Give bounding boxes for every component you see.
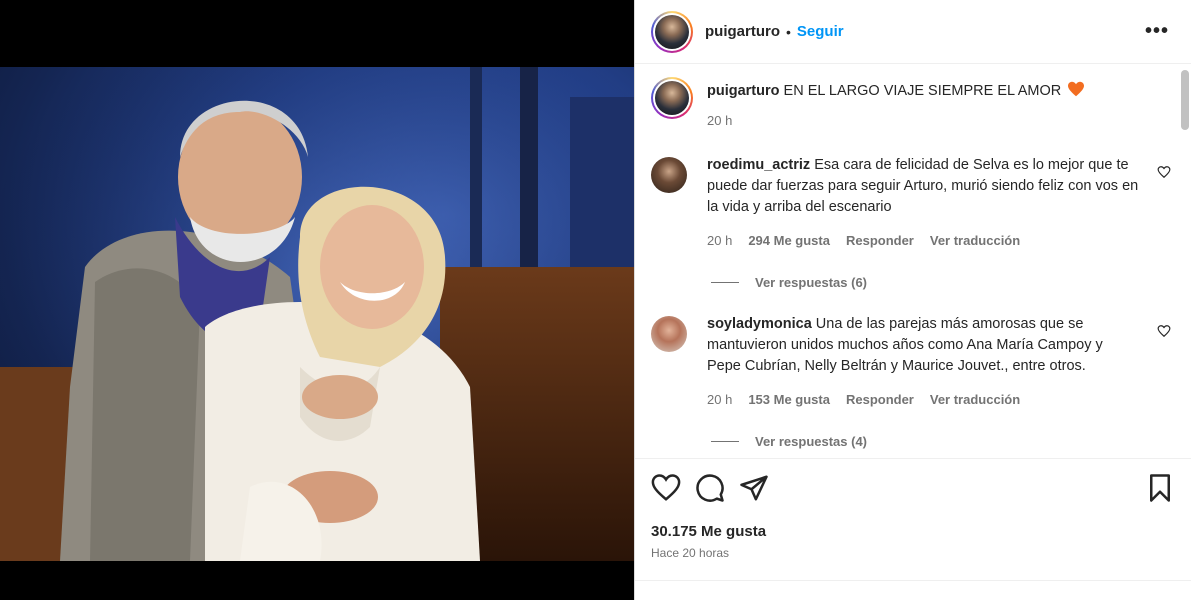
comment-meta: 20 h 153 Me gusta Responder Ver traducci…	[707, 389, 1139, 410]
comment-likes[interactable]: 153 Me gusta	[748, 389, 830, 410]
post-photo	[0, 67, 634, 561]
comment-likes[interactable]: 294 Me gusta	[748, 230, 830, 251]
caption: puigarturo EN EL LARGO VIAJE SIEMPRE EL …	[651, 77, 1175, 131]
comment-item: roedimu_actriz Esa cara de felicidad de …	[651, 155, 1175, 251]
caption-text: EN EL LARGO VIAJE SIEMPRE EL AMOR	[783, 83, 1062, 99]
author-avatar[interactable]	[651, 10, 693, 53]
bookmark-icon[interactable]	[1145, 473, 1175, 503]
reply-button[interactable]: Responder	[846, 389, 914, 410]
more-icon[interactable]: •••	[1145, 20, 1169, 43]
author-avatar-image	[655, 14, 689, 49]
share-icon[interactable]	[739, 473, 769, 503]
follow-button[interactable]: Seguir	[797, 23, 844, 40]
commenter-avatar[interactable]	[651, 157, 687, 193]
commenter-avatar[interactable]	[651, 316, 687, 352]
view-replies-button[interactable]: Ver respuestas (4)	[711, 434, 1175, 449]
comment-username[interactable]: roedimu_actriz	[707, 157, 810, 173]
comment-icon[interactable]	[695, 473, 725, 503]
comments-list: puigarturo EN EL LARGO VIAJE SIEMPRE EL …	[635, 65, 1191, 455]
add-comment-bar[interactable]	[635, 580, 1191, 600]
comment-time: 20 h	[707, 392, 733, 407]
heart-icon[interactable]	[651, 473, 681, 503]
comment-time: 20 h	[707, 233, 733, 248]
separator-dot: •	[786, 23, 791, 40]
caption-avatar[interactable]	[651, 77, 693, 119]
post-header: puigarturo • Seguir •••	[635, 0, 1191, 64]
author-username[interactable]: puigarturo	[705, 23, 780, 40]
reply-button[interactable]: Responder	[846, 230, 914, 251]
comment-like-heart-icon[interactable]	[1157, 324, 1171, 338]
comment-username[interactable]: soyladymonica	[707, 316, 812, 332]
post-modal: puigarturo • Seguir ••• puigarturo EN EL…	[0, 0, 1191, 600]
translate-button[interactable]: Ver traducción	[930, 389, 1020, 410]
translate-button[interactable]: Ver traducción	[930, 230, 1020, 251]
view-replies-button[interactable]: Ver respuestas (6)	[711, 275, 1175, 290]
post-side-panel: puigarturo • Seguir ••• puigarturo EN EL…	[634, 0, 1191, 600]
post-timestamp: Hace 20 horas	[651, 546, 730, 560]
comment-item: soyladymonica Una de las parejas más amo…	[651, 314, 1175, 410]
caption-time: 20 h	[707, 113, 733, 128]
orange-heart-emoji	[1068, 81, 1085, 97]
likes-count[interactable]: 30.175 Me gusta	[651, 523, 1175, 540]
post-actions: 30.175 Me gusta Hace 20 horas	[635, 458, 1191, 560]
post-media[interactable]	[0, 0, 634, 600]
caption-username[interactable]: puigarturo	[707, 83, 780, 99]
comment-like-heart-icon[interactable]	[1157, 165, 1171, 179]
comment-meta: 20 h 294 Me gusta Responder Ver traducci…	[707, 230, 1139, 251]
